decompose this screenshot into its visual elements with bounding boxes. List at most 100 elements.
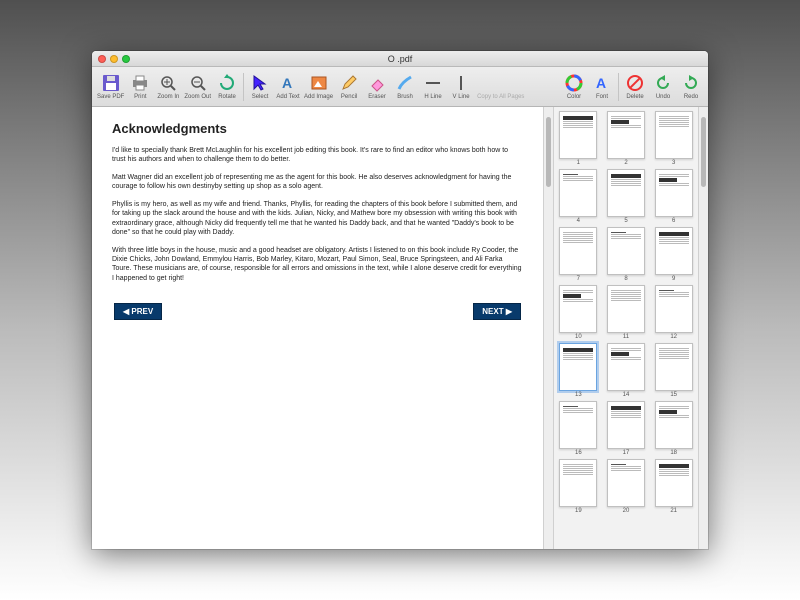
- content-area: Acknowledgments I'd like to specially th…: [92, 107, 708, 549]
- thumbnail-number: 6: [672, 218, 675, 224]
- toolbar: Save PDF Print Zoom In Zoom Out Rotate S…: [92, 67, 708, 107]
- thumbnail-number: 16: [575, 450, 582, 456]
- svg-text:A: A: [282, 75, 292, 91]
- separator: [618, 73, 619, 101]
- window-title: O .pdf: [92, 54, 708, 64]
- thumbnail-number: 3: [672, 160, 675, 166]
- thumbnail-page-8[interactable]: 8: [604, 227, 649, 282]
- thumbnail-number: 9: [672, 276, 675, 282]
- vline-icon: [451, 73, 471, 93]
- h-line-button[interactable]: H Line: [419, 73, 447, 100]
- minimize-button[interactable]: [110, 55, 118, 63]
- thumbnail-number: 20: [623, 508, 630, 514]
- thumbnail-page-14[interactable]: 14: [604, 343, 649, 398]
- save-pdf-button[interactable]: Save PDF: [95, 73, 126, 100]
- thumbnails-grid: 123456789101112131415161718192021: [556, 111, 696, 514]
- thumbnail-page-7[interactable]: 7: [556, 227, 601, 282]
- thumbnail-page-21[interactable]: 21: [651, 459, 696, 514]
- delete-button[interactable]: Delete: [621, 73, 649, 100]
- thumbnail-number: 13: [575, 392, 582, 398]
- thumbnail-page-4[interactable]: 4: [556, 169, 601, 224]
- thumbnail-page-6[interactable]: 6: [651, 169, 696, 224]
- font-button[interactable]: A Font: [588, 73, 616, 100]
- thumbnail-page-11[interactable]: 11: [604, 285, 649, 340]
- thumbnail-number: 10: [575, 334, 582, 340]
- paragraph: I'd like to specially thank Brett McLaug…: [112, 146, 523, 165]
- delete-icon: [625, 73, 645, 93]
- eraser-icon: [367, 73, 387, 93]
- next-button[interactable]: NEXT ▶: [473, 303, 521, 320]
- font-icon: A: [592, 73, 612, 93]
- zoom-button[interactable]: [122, 55, 130, 63]
- color-wheel-icon: [564, 73, 584, 93]
- zoom-in-icon: [158, 73, 178, 93]
- sidebar-scrollbar[interactable]: [698, 107, 708, 549]
- thumbnail-number: 17: [623, 450, 630, 456]
- paragraph: Phyllis is my hero, as well as my wife a…: [112, 200, 523, 238]
- thumbnail-page-16[interactable]: 16: [556, 401, 601, 456]
- redo-icon: [681, 73, 701, 93]
- page-scrollbar[interactable]: [543, 107, 553, 549]
- thumbnail-number: 1: [577, 160, 580, 166]
- thumbnail-number: 8: [624, 276, 627, 282]
- thumbnail-page-20[interactable]: 20: [604, 459, 649, 514]
- copy-icon: [491, 73, 511, 93]
- text-icon: A: [278, 73, 298, 93]
- color-button[interactable]: Color: [560, 73, 588, 100]
- brush-button[interactable]: Brush: [391, 73, 419, 100]
- redo-button[interactable]: Redo: [677, 73, 705, 100]
- rotate-button[interactable]: Rotate: [213, 73, 241, 100]
- thumbnail-number: 21: [670, 508, 677, 514]
- undo-button[interactable]: Undo: [649, 73, 677, 100]
- zoom-out-icon: [188, 73, 208, 93]
- thumbnail-number: 19: [575, 508, 582, 514]
- thumbnail-number: 11: [623, 334, 629, 340]
- thumbnail-number: 7: [577, 276, 580, 282]
- thumbnail-page-9[interactable]: 9: [651, 227, 696, 282]
- thumbnail-page-17[interactable]: 17: [604, 401, 649, 456]
- pencil-icon: [339, 73, 359, 93]
- thumbnail-page-2[interactable]: 2: [604, 111, 649, 166]
- svg-text:A: A: [596, 75, 606, 91]
- copy-all-button[interactable]: Copy to All Pages: [475, 73, 526, 100]
- thumbnail-page-13[interactable]: 13: [556, 343, 601, 398]
- hline-icon: [423, 73, 443, 93]
- thumbnails-sidebar: 123456789101112131415161718192021: [553, 107, 698, 549]
- brush-icon: [395, 73, 415, 93]
- thumbnail-page-12[interactable]: 12: [651, 285, 696, 340]
- prev-button[interactable]: ◀ PREV: [114, 303, 162, 320]
- thumbnail-page-3[interactable]: 3: [651, 111, 696, 166]
- close-button[interactable]: [98, 55, 106, 63]
- add-image-button[interactable]: Add Image: [302, 73, 335, 100]
- thumbnail-number: 12: [670, 334, 677, 340]
- thumbnail-number: 4: [577, 218, 580, 224]
- page-heading: Acknowledgments: [112, 121, 523, 136]
- print-button[interactable]: Print: [126, 73, 154, 100]
- paragraph: Matt Wagner did an excellent job of repr…: [112, 173, 523, 192]
- titlebar: O .pdf: [92, 51, 708, 67]
- thumbnail-page-10[interactable]: 10: [556, 285, 601, 340]
- image-icon: [309, 73, 329, 93]
- thumbnail-page-15[interactable]: 15: [651, 343, 696, 398]
- rotate-icon: [217, 73, 237, 93]
- printer-icon: [130, 73, 150, 93]
- thumbnail-page-5[interactable]: 5: [604, 169, 649, 224]
- v-line-button[interactable]: V Line: [447, 73, 475, 100]
- document-page: Acknowledgments I'd like to specially th…: [92, 107, 543, 549]
- paragraph: With three little boys in the house, mus…: [112, 246, 523, 284]
- cursor-icon: [250, 73, 270, 93]
- zoom-in-button[interactable]: Zoom In: [154, 73, 182, 100]
- thumbnail-page-1[interactable]: 1: [556, 111, 601, 166]
- zoom-out-button[interactable]: Zoom Out: [182, 73, 213, 100]
- add-text-button[interactable]: A Add Text: [274, 73, 302, 100]
- thumbnail-page-18[interactable]: 18: [651, 401, 696, 456]
- thumbnail-page-19[interactable]: 19: [556, 459, 601, 514]
- thumbnail-number: 14: [623, 392, 630, 398]
- pencil-button[interactable]: Pencil: [335, 73, 363, 100]
- thumbnail-number: 15: [670, 392, 677, 398]
- thumbnail-number: 2: [624, 160, 627, 166]
- thumbnail-number: 5: [624, 218, 627, 224]
- select-button[interactable]: Select: [246, 73, 274, 100]
- eraser-button[interactable]: Eraser: [363, 73, 391, 100]
- thumbnail-number: 18: [670, 450, 677, 456]
